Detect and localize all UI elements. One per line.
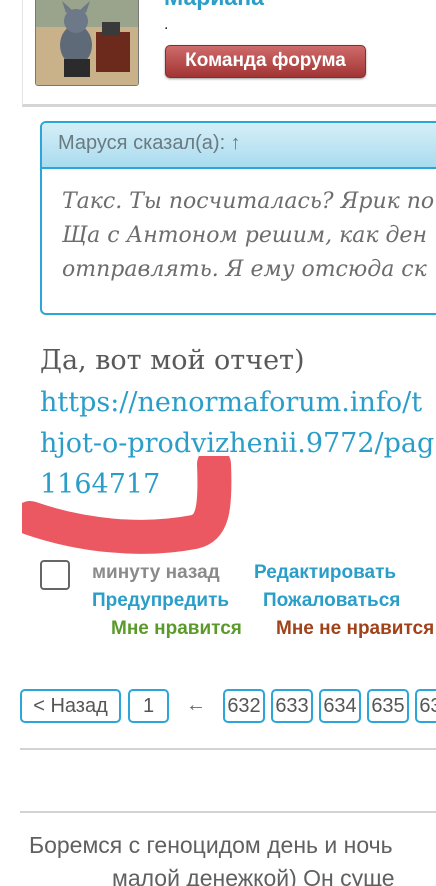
pagination-page[interactable]: 634	[319, 689, 361, 723]
signature-line: Боремся с геноцидом день и ночь	[29, 832, 393, 858]
warn-link[interactable]: Предупредить	[92, 590, 229, 612]
username[interactable]: Мариана	[164, 0, 264, 11]
user-card: Мариана . Команда форума	[22, 0, 436, 107]
pagination-page[interactable]: 635	[367, 689, 409, 723]
post-time[interactable]: минуту назад	[92, 562, 220, 584]
like-button[interactable]: Мне нравится	[111, 618, 242, 640]
report-link[interactable]: Пожаловаться	[263, 590, 400, 612]
quote-line: отправлять. Я ему отсюда ск	[62, 257, 427, 282]
edit-link[interactable]: Редактировать	[254, 562, 396, 584]
role-badge: Команда форума	[165, 45, 366, 78]
divider	[20, 811, 436, 813]
avatar-image	[36, 0, 138, 85]
dislike-button[interactable]: Мне не нравится	[276, 618, 434, 640]
red-scribble-mark	[22, 456, 232, 554]
user-title: .	[164, 16, 169, 33]
pagination-page[interactable]: 633	[271, 689, 313, 723]
quote-text: Такс. Ты посчиталась? Ярик по Ща с Антон…	[62, 185, 436, 287]
select-post-checkbox[interactable]	[40, 560, 70, 590]
pagination-jump-icon[interactable]: ←	[186, 694, 206, 717]
pagination-page-1[interactable]: 1	[128, 689, 169, 723]
quote-line: Ща с Антоном решим, как ден	[62, 223, 427, 248]
forum-post-page: Мариана . Команда форума Маруся сказал(а…	[0, 0, 436, 886]
quote-line: Такс. Ты посчиталась? Ярик по	[62, 189, 435, 214]
pagination-prev-button[interactable]: < Назад	[20, 689, 121, 723]
post-message: Да, вот мой отчет)	[40, 345, 305, 376]
avatar[interactable]	[35, 0, 139, 86]
pagination-page[interactable]: 636	[415, 689, 436, 723]
quote-header[interactable]: Маруся сказал(а): ↑	[42, 123, 436, 169]
signature-line: малой денежкой) Он суще	[112, 865, 395, 886]
divider	[20, 748, 436, 750]
pagination-page[interactable]: 632	[223, 689, 265, 723]
post-link-line[interactable]: https://nenormaforum.info/t	[40, 382, 434, 423]
quote-author[interactable]: Маруся сказал(а): ↑	[58, 132, 241, 155]
quote-block: Маруся сказал(а): ↑ Такс. Ты посчиталась…	[40, 121, 436, 315]
